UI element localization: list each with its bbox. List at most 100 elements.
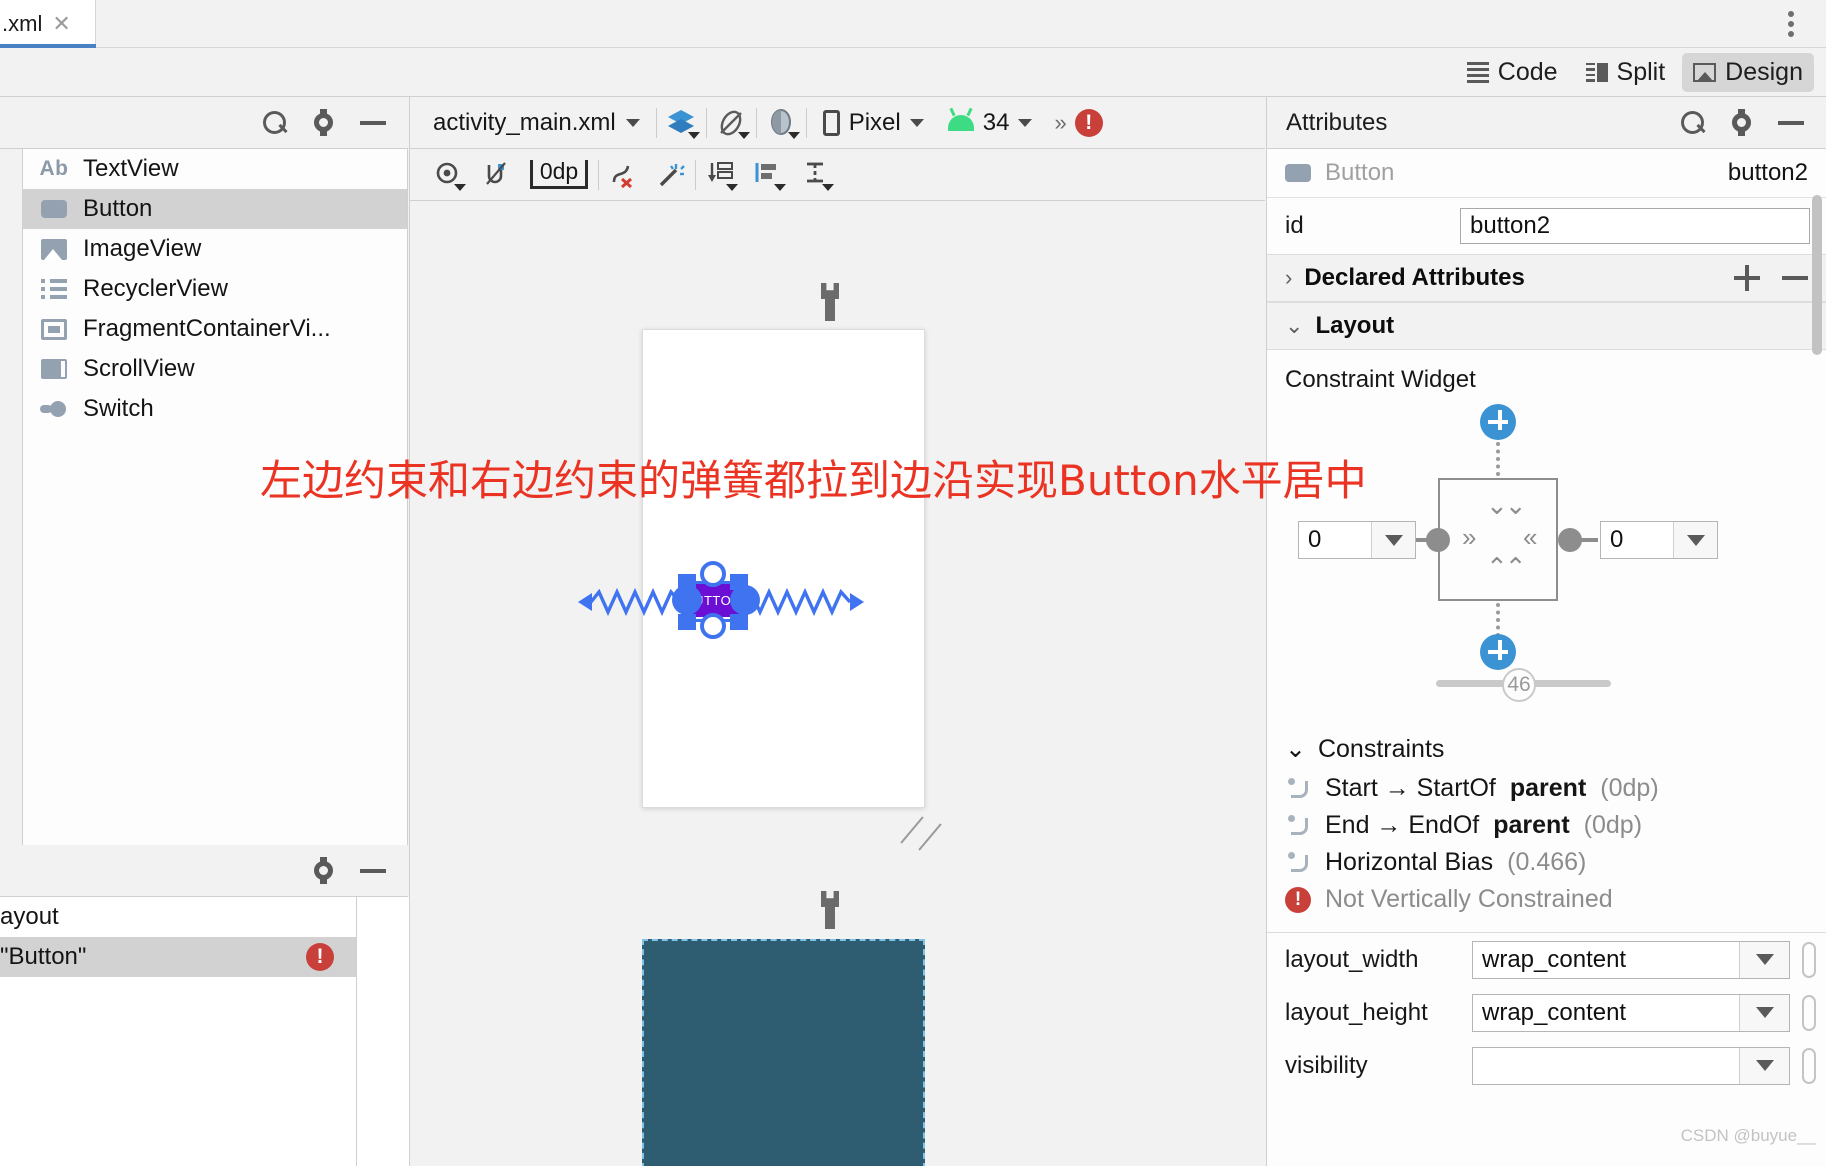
editor-tab-xml[interactable]: .xml ✕	[0, 0, 96, 47]
add-constraint-icon[interactable]	[1480, 634, 1516, 670]
palette-item-scrollview[interactable]: ScrollView	[23, 349, 407, 389]
bottom-constraint-anchor[interactable]	[700, 613, 726, 639]
gear-icon[interactable]	[311, 858, 336, 883]
chevron-down-icon[interactable]	[1739, 941, 1789, 978]
tree-row[interactable]: ayout	[0, 897, 356, 937]
error-icon[interactable]: !	[1074, 108, 1103, 137]
horizontal-bias-slider[interactable]: 46	[1436, 668, 1611, 702]
id-row: id button2	[1267, 198, 1826, 254]
minimize-icon[interactable]	[1778, 120, 1804, 125]
guidelines-icon[interactable]	[792, 149, 840, 201]
constraint-row-end[interactable]: End → EndOf parent (0dp)	[1267, 807, 1826, 844]
chevron-down-icon[interactable]	[1739, 994, 1789, 1031]
close-icon[interactable]: ✕	[52, 12, 70, 35]
pack-icon[interactable]	[696, 149, 744, 201]
constraint-row-start[interactable]: Start → StartOf parent (0dp)	[1267, 770, 1826, 807]
resize-handle-bottom-right[interactable]	[730, 614, 748, 630]
palette-item-textview[interactable]: Ab TextView	[23, 149, 407, 189]
clear-constraints-icon[interactable]	[599, 149, 647, 201]
infer-constraints-icon[interactable]	[647, 149, 695, 201]
section-constraints[interactable]: ⌄ Constraints	[1267, 724, 1826, 770]
attributes-panel[interactable]: Button button2 id button2 › Declared Att…	[1266, 149, 1826, 1166]
top-constraint-guide	[1496, 442, 1500, 476]
tab-code[interactable]: Code	[1456, 53, 1569, 92]
api-level-selector[interactable]: 34	[936, 109, 1045, 137]
palette-item-label: ScrollView	[83, 355, 195, 382]
component-tree[interactable]: ayout "Button" !	[0, 897, 357, 1166]
start-constraint-anchor[interactable]	[672, 585, 702, 615]
default-margin-icon[interactable]: 0dp	[520, 149, 598, 201]
rotate-orientation-icon[interactable]	[707, 97, 756, 149]
theme-icon[interactable]	[757, 97, 806, 149]
design-canvas[interactable]: BUTTON	[409, 201, 1265, 1166]
plus-icon[interactable]	[1734, 265, 1760, 291]
resize-handle-bottom-left[interactable]	[678, 614, 696, 630]
device-preview[interactable]	[642, 329, 925, 808]
canvas-resize-handle[interactable]	[900, 816, 947, 851]
constraint-row-margin: (0dp)	[1583, 811, 1643, 839]
chevron-down-icon	[774, 183, 786, 191]
design-surface-toolbar: activity_main.xml Pixel 34 » !	[409, 97, 1265, 149]
end-margin-value[interactable]: 0	[1601, 522, 1673, 558]
watermark: CSDN @buyue__	[1680, 1126, 1816, 1145]
layout-width-select[interactable]: wrap_content	[1472, 940, 1790, 979]
property-pill[interactable]	[1802, 941, 1816, 978]
error-icon: !	[1285, 886, 1311, 913]
id-field[interactable]: button2	[1460, 208, 1810, 244]
start-margin-value[interactable]: 0	[1299, 522, 1371, 558]
chevron-down-icon[interactable]	[1739, 1047, 1789, 1084]
search-icon[interactable]	[1681, 110, 1705, 135]
attributes-scrollbar[interactable]	[1812, 195, 1822, 355]
add-constraint-icon[interactable]	[1480, 404, 1516, 440]
slider-thumb[interactable]: 46	[1502, 668, 1536, 702]
property-label: layout_width	[1285, 945, 1419, 973]
chevron-down-icon[interactable]	[1673, 522, 1717, 558]
visibility-select[interactable]	[1472, 1046, 1790, 1085]
android-icon	[947, 114, 974, 131]
right-constraint-knob[interactable]	[1558, 528, 1582, 552]
start-margin-field[interactable]: 0	[1298, 521, 1416, 559]
section-layout[interactable]: ⌄ Layout	[1267, 302, 1826, 350]
property-pill[interactable]	[1802, 994, 1816, 1031]
chevron-down-icon[interactable]	[1371, 522, 1415, 558]
palette-item-recyclerview[interactable]: RecyclerView	[23, 269, 407, 309]
gear-icon[interactable]	[311, 110, 336, 135]
minimize-icon[interactable]	[360, 868, 386, 873]
blueprint-preview[interactable]	[642, 939, 925, 1166]
tree-row[interactable]: "Button" !	[0, 937, 356, 977]
imageview-icon	[39, 238, 69, 260]
autoconnect-icon[interactable]	[472, 149, 520, 201]
spring-right-icon[interactable]: »	[1462, 522, 1477, 553]
palette-item-fragmentcontainerview[interactable]: FragmentContainerVi...	[23, 309, 407, 349]
layout-height-select[interactable]: wrap_content	[1472, 993, 1790, 1032]
constraint-row-warning[interactable]: ! Not Vertically Constrained	[1267, 881, 1826, 918]
end-constraint-anchor[interactable]	[730, 585, 760, 615]
tab-split[interactable]: Split	[1575, 53, 1677, 92]
top-constraint-anchor[interactable]	[700, 561, 726, 587]
chevron-double-right-icon[interactable]: »	[1044, 110, 1074, 136]
design-mode-icon[interactable]	[657, 97, 706, 149]
palette-item-button[interactable]: Button	[23, 189, 407, 229]
search-icon[interactable]	[263, 110, 287, 135]
device-selector[interactable]: Pixel	[807, 109, 936, 137]
view-options-icon[interactable]	[424, 149, 472, 201]
constraint-widget[interactable]: ⌄⌄ ⌃⌃ » « 0 0 46	[1267, 394, 1826, 724]
chevron-down-icon	[1018, 118, 1033, 127]
property-pill[interactable]	[1802, 1047, 1816, 1084]
align-icon[interactable]	[744, 149, 792, 201]
palette-item-imageview[interactable]: ImageView	[23, 229, 407, 269]
constraint-row-horizontal-bias[interactable]: Horizontal Bias (0.466)	[1267, 844, 1826, 881]
more-vertical-icon[interactable]	[1778, 9, 1804, 39]
chevron-double-up-icon: ⌃⌃	[1486, 552, 1527, 582]
file-selector[interactable]: activity_main.xml	[410, 109, 656, 137]
spring-left-icon[interactable]: «	[1523, 522, 1538, 553]
minimize-icon[interactable]	[360, 120, 386, 125]
tab-design[interactable]: Design	[1682, 52, 1814, 92]
minus-icon[interactable]	[1782, 276, 1808, 280]
error-icon[interactable]: !	[306, 943, 334, 971]
gear-icon[interactable]	[1729, 110, 1754, 135]
section-declared-attributes[interactable]: › Declared Attributes	[1267, 254, 1826, 302]
constraint-row-text: Horizontal Bias	[1325, 848, 1494, 876]
end-margin-field[interactable]: 0	[1600, 521, 1718, 559]
palette-item-switch[interactable]: Switch	[23, 389, 407, 429]
